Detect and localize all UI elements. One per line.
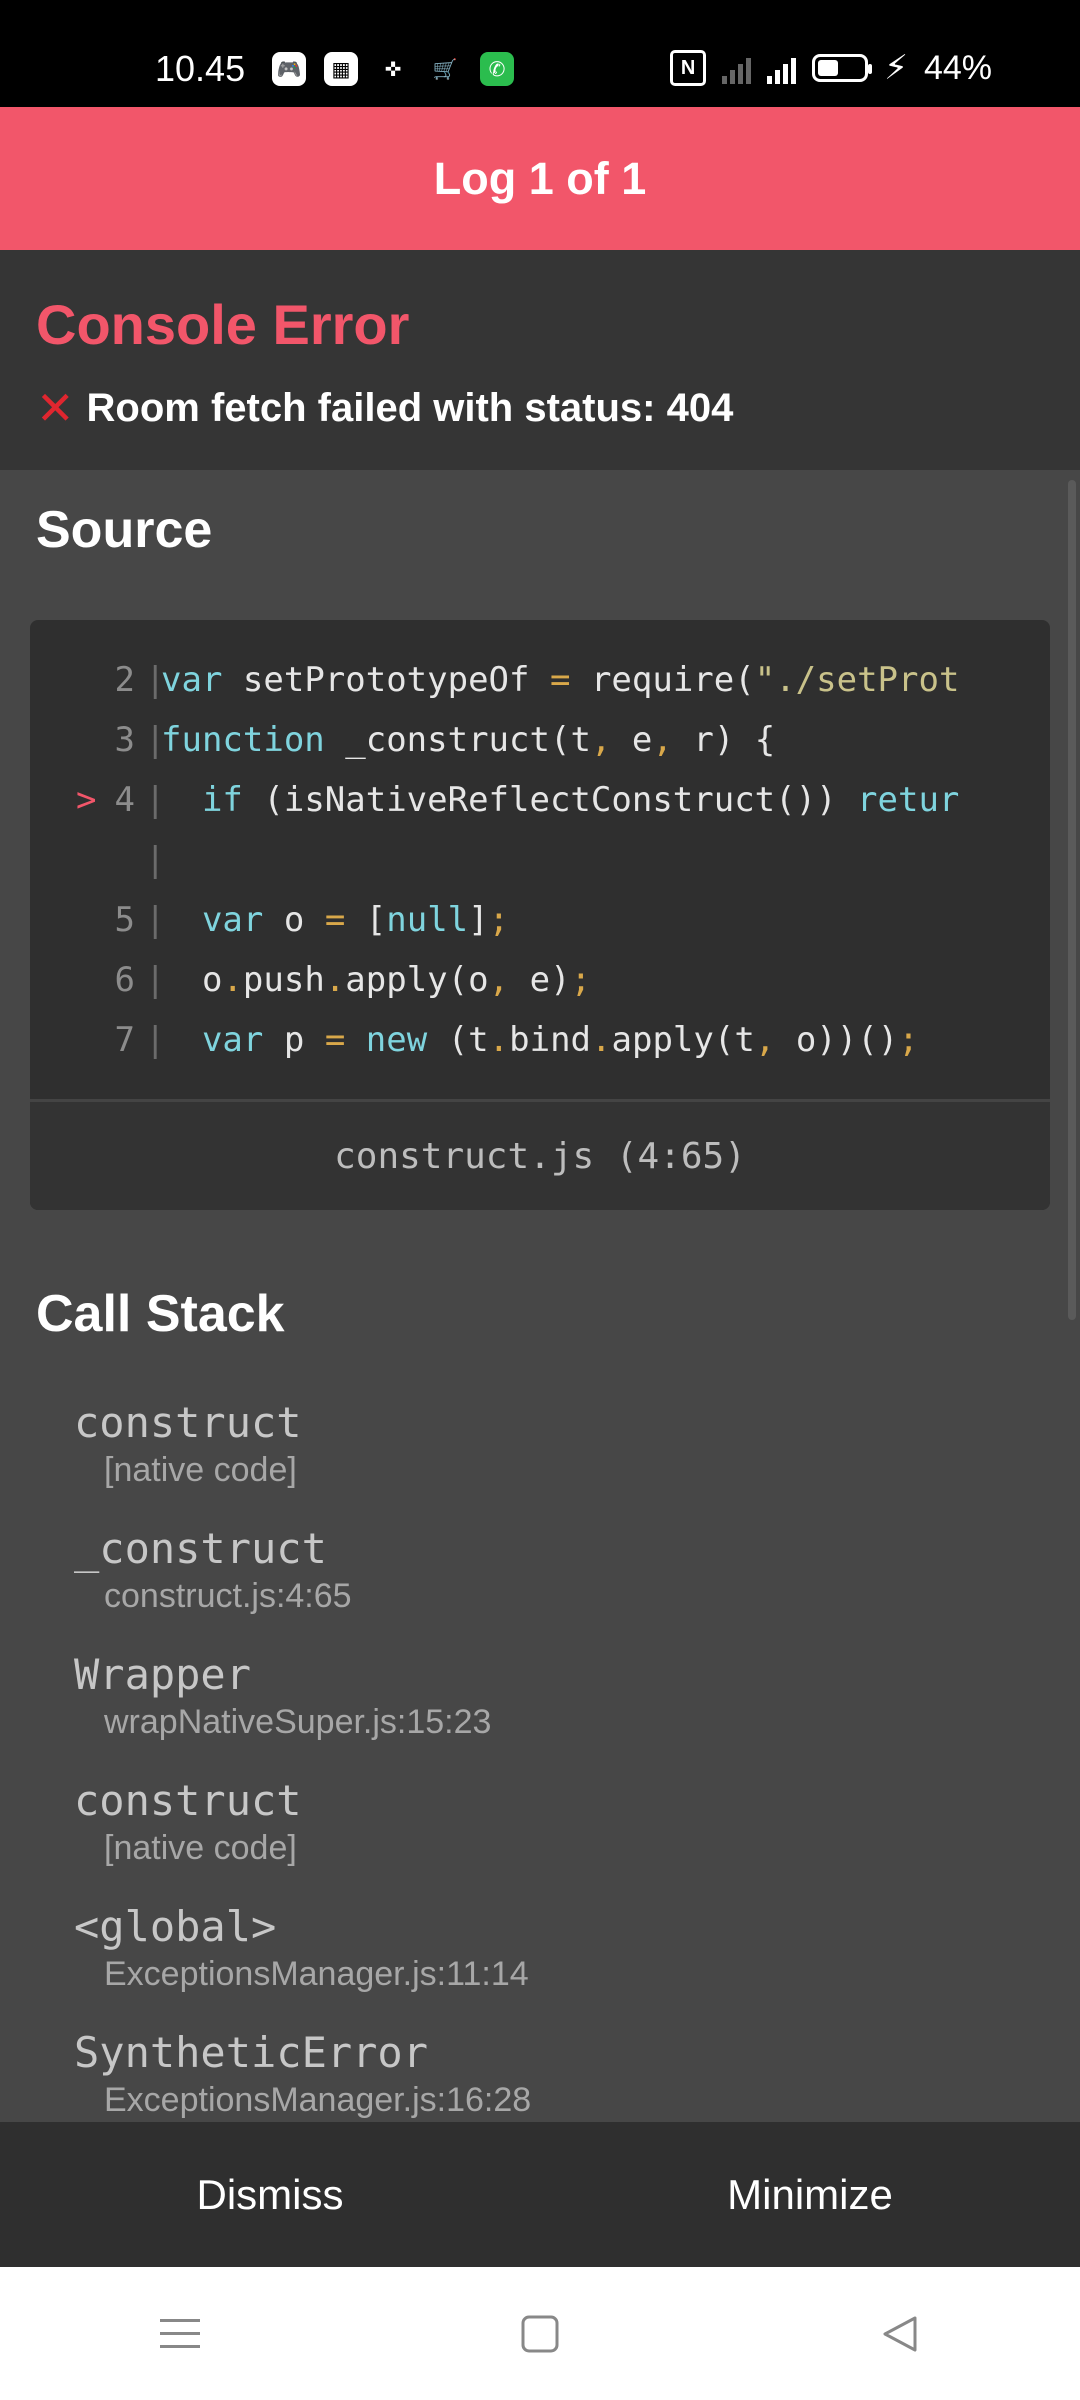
cart-app-icon: 🛒 xyxy=(432,58,458,81)
home-square-icon xyxy=(521,2315,559,2352)
line-number: 5 xyxy=(114,900,135,940)
source-code-box[interactable]: 2 | var setPrototypeOf = require("./setPro… xyxy=(30,620,1050,1210)
call-stack-frame[interactable]: construct [native code] xyxy=(74,1398,302,1490)
frame-function: SyntheticError xyxy=(74,2028,429,2077)
line-number: 7 xyxy=(114,1020,135,1060)
signal-sim1-icon xyxy=(722,52,752,84)
back-triangle-icon xyxy=(883,2316,917,2351)
cross-icon: ✕ xyxy=(36,382,75,434)
code-text: function _construct(t, e, r) { xyxy=(161,720,776,760)
frame-location: ExceptionsManager.js:11:14 xyxy=(104,1955,529,1993)
code-line: 7 | var p = new (t.bind.apply(t, o))(); xyxy=(30,1010,1050,1070)
line-number: >4 xyxy=(76,780,135,820)
back-nav-button[interactable] xyxy=(860,2294,940,2374)
frame-function: construct xyxy=(74,1398,302,1447)
error-message-text: Room fetch failed with status: 404 xyxy=(86,385,734,430)
code-line: 5 | var o = [null]; xyxy=(30,890,1050,950)
notification-icons: 🎮 ▦ ✜ 🛒 ✆ xyxy=(272,52,514,86)
gutter-bar: | xyxy=(145,720,166,760)
phone-app-icon: ✆ xyxy=(480,52,514,86)
log-counter: Log 1 of 1 xyxy=(433,152,647,204)
scrollbar[interactable] xyxy=(1068,480,1076,1320)
log-footer: Dismiss Minimize xyxy=(0,2122,1080,2267)
code-line: >4 | if (isNativeReflectConstruct()) retu… xyxy=(30,770,1050,830)
status-time: 10.45 xyxy=(155,48,246,89)
source-title: Source xyxy=(36,501,213,559)
grid-app-icon: ✜ xyxy=(384,58,402,81)
frame-function: Wrapper xyxy=(74,1650,252,1699)
navigation-bar xyxy=(0,2267,1080,2400)
frame-location: construct.js:4:65 xyxy=(104,1577,352,1615)
gutter-bar: | xyxy=(145,900,166,940)
error-message: ✕ Room fetch failed with status: 404 xyxy=(36,385,733,431)
code-text: var setPrototypeOf = require("./setProt xyxy=(161,660,960,700)
calendar-app-icon: ▦ xyxy=(324,52,358,86)
code-text: var p = new (t.bind.apply(t, o))(); xyxy=(201,1020,919,1060)
minimize-button[interactable]: Minimize xyxy=(540,2122,1080,2267)
game-app-icon: 🎮 xyxy=(272,52,306,86)
error-line-marker: > xyxy=(76,780,97,820)
gutter-bar: | xyxy=(145,780,166,820)
log-scroll-area[interactable]: Source 2 | var setPrototypeOf = require(".… xyxy=(0,470,1080,2122)
status-right: N ⚡ 44% xyxy=(670,48,992,88)
frame-function: <global> xyxy=(74,1902,277,1951)
line-number: 6 xyxy=(114,960,135,1000)
code-text: var o = [null]; xyxy=(201,900,510,940)
code-text: o.push.apply(o, e); xyxy=(201,960,592,1000)
call-stack-frame[interactable]: construct [native code] xyxy=(74,1776,302,1868)
frame-location: [native code] xyxy=(104,1451,297,1489)
error-summary: Console Error ✕ Room fetch failed with s… xyxy=(0,250,1080,470)
source-file-ref[interactable]: construct.js (4:65) xyxy=(30,1099,1050,1210)
menu-nav-button[interactable] xyxy=(140,2294,220,2374)
code-lines: 2 | var setPrototypeOf = require("./setPro… xyxy=(30,650,1050,1070)
code-line: 3 | function _construct(t, e, r) { xyxy=(30,710,1050,770)
gutter-bar: | xyxy=(145,840,166,880)
gutter-bar: | xyxy=(145,960,166,1000)
line-number: 2 xyxy=(114,660,135,700)
frame-location: wrapNativeSuper.js:15:23 xyxy=(104,1703,492,1741)
charging-icon: ⚡ xyxy=(884,49,908,87)
gutter-bar: | xyxy=(145,660,166,700)
battery-percent: 44% xyxy=(923,48,992,87)
log-header: Log 1 of 1 xyxy=(0,107,1080,250)
line-number: 3 xyxy=(114,720,135,760)
gutter-bar: | xyxy=(145,1020,166,1060)
call-stack-frame[interactable]: SyntheticError ExceptionsManager.js:16:28 xyxy=(74,2028,531,2120)
frame-function: _construct xyxy=(74,1524,327,1573)
code-line: 6 | o.push.apply(o, e); xyxy=(30,950,1050,1010)
frame-function: construct xyxy=(74,1776,302,1825)
menu-icon xyxy=(160,2318,200,2348)
home-nav-button[interactable] xyxy=(500,2294,580,2374)
call-stack-frame[interactable]: Wrapper wrapNativeSuper.js:15:23 xyxy=(74,1650,491,1742)
call-stack-title: Call Stack xyxy=(36,1285,285,1343)
battery-icon xyxy=(812,54,873,82)
code-line: | xyxy=(30,830,1050,890)
code-text: if (isNativeReflectConstruct()) retur xyxy=(201,780,960,820)
code-line: 2 | var setPrototypeOf = require("./setPro… xyxy=(30,650,1050,710)
signal-4g-icon xyxy=(767,52,797,84)
nfc-icon: N xyxy=(670,50,707,86)
call-stack-frame[interactable]: _construct construct.js:4:65 xyxy=(74,1524,352,1616)
error-title: Console Error xyxy=(36,293,410,356)
frame-location: ExceptionsManager.js:16:28 xyxy=(104,2081,532,2119)
dismiss-button[interactable]: Dismiss xyxy=(0,2122,540,2267)
frame-location: [native code] xyxy=(104,1829,297,1867)
call-stack-frame[interactable]: <global> ExceptionsManager.js:11:14 xyxy=(74,1902,529,1994)
status-bar: 10.45 🎮 ▦ ✜ 🛒 ✆ N ⚡ 44% xyxy=(0,0,1080,107)
